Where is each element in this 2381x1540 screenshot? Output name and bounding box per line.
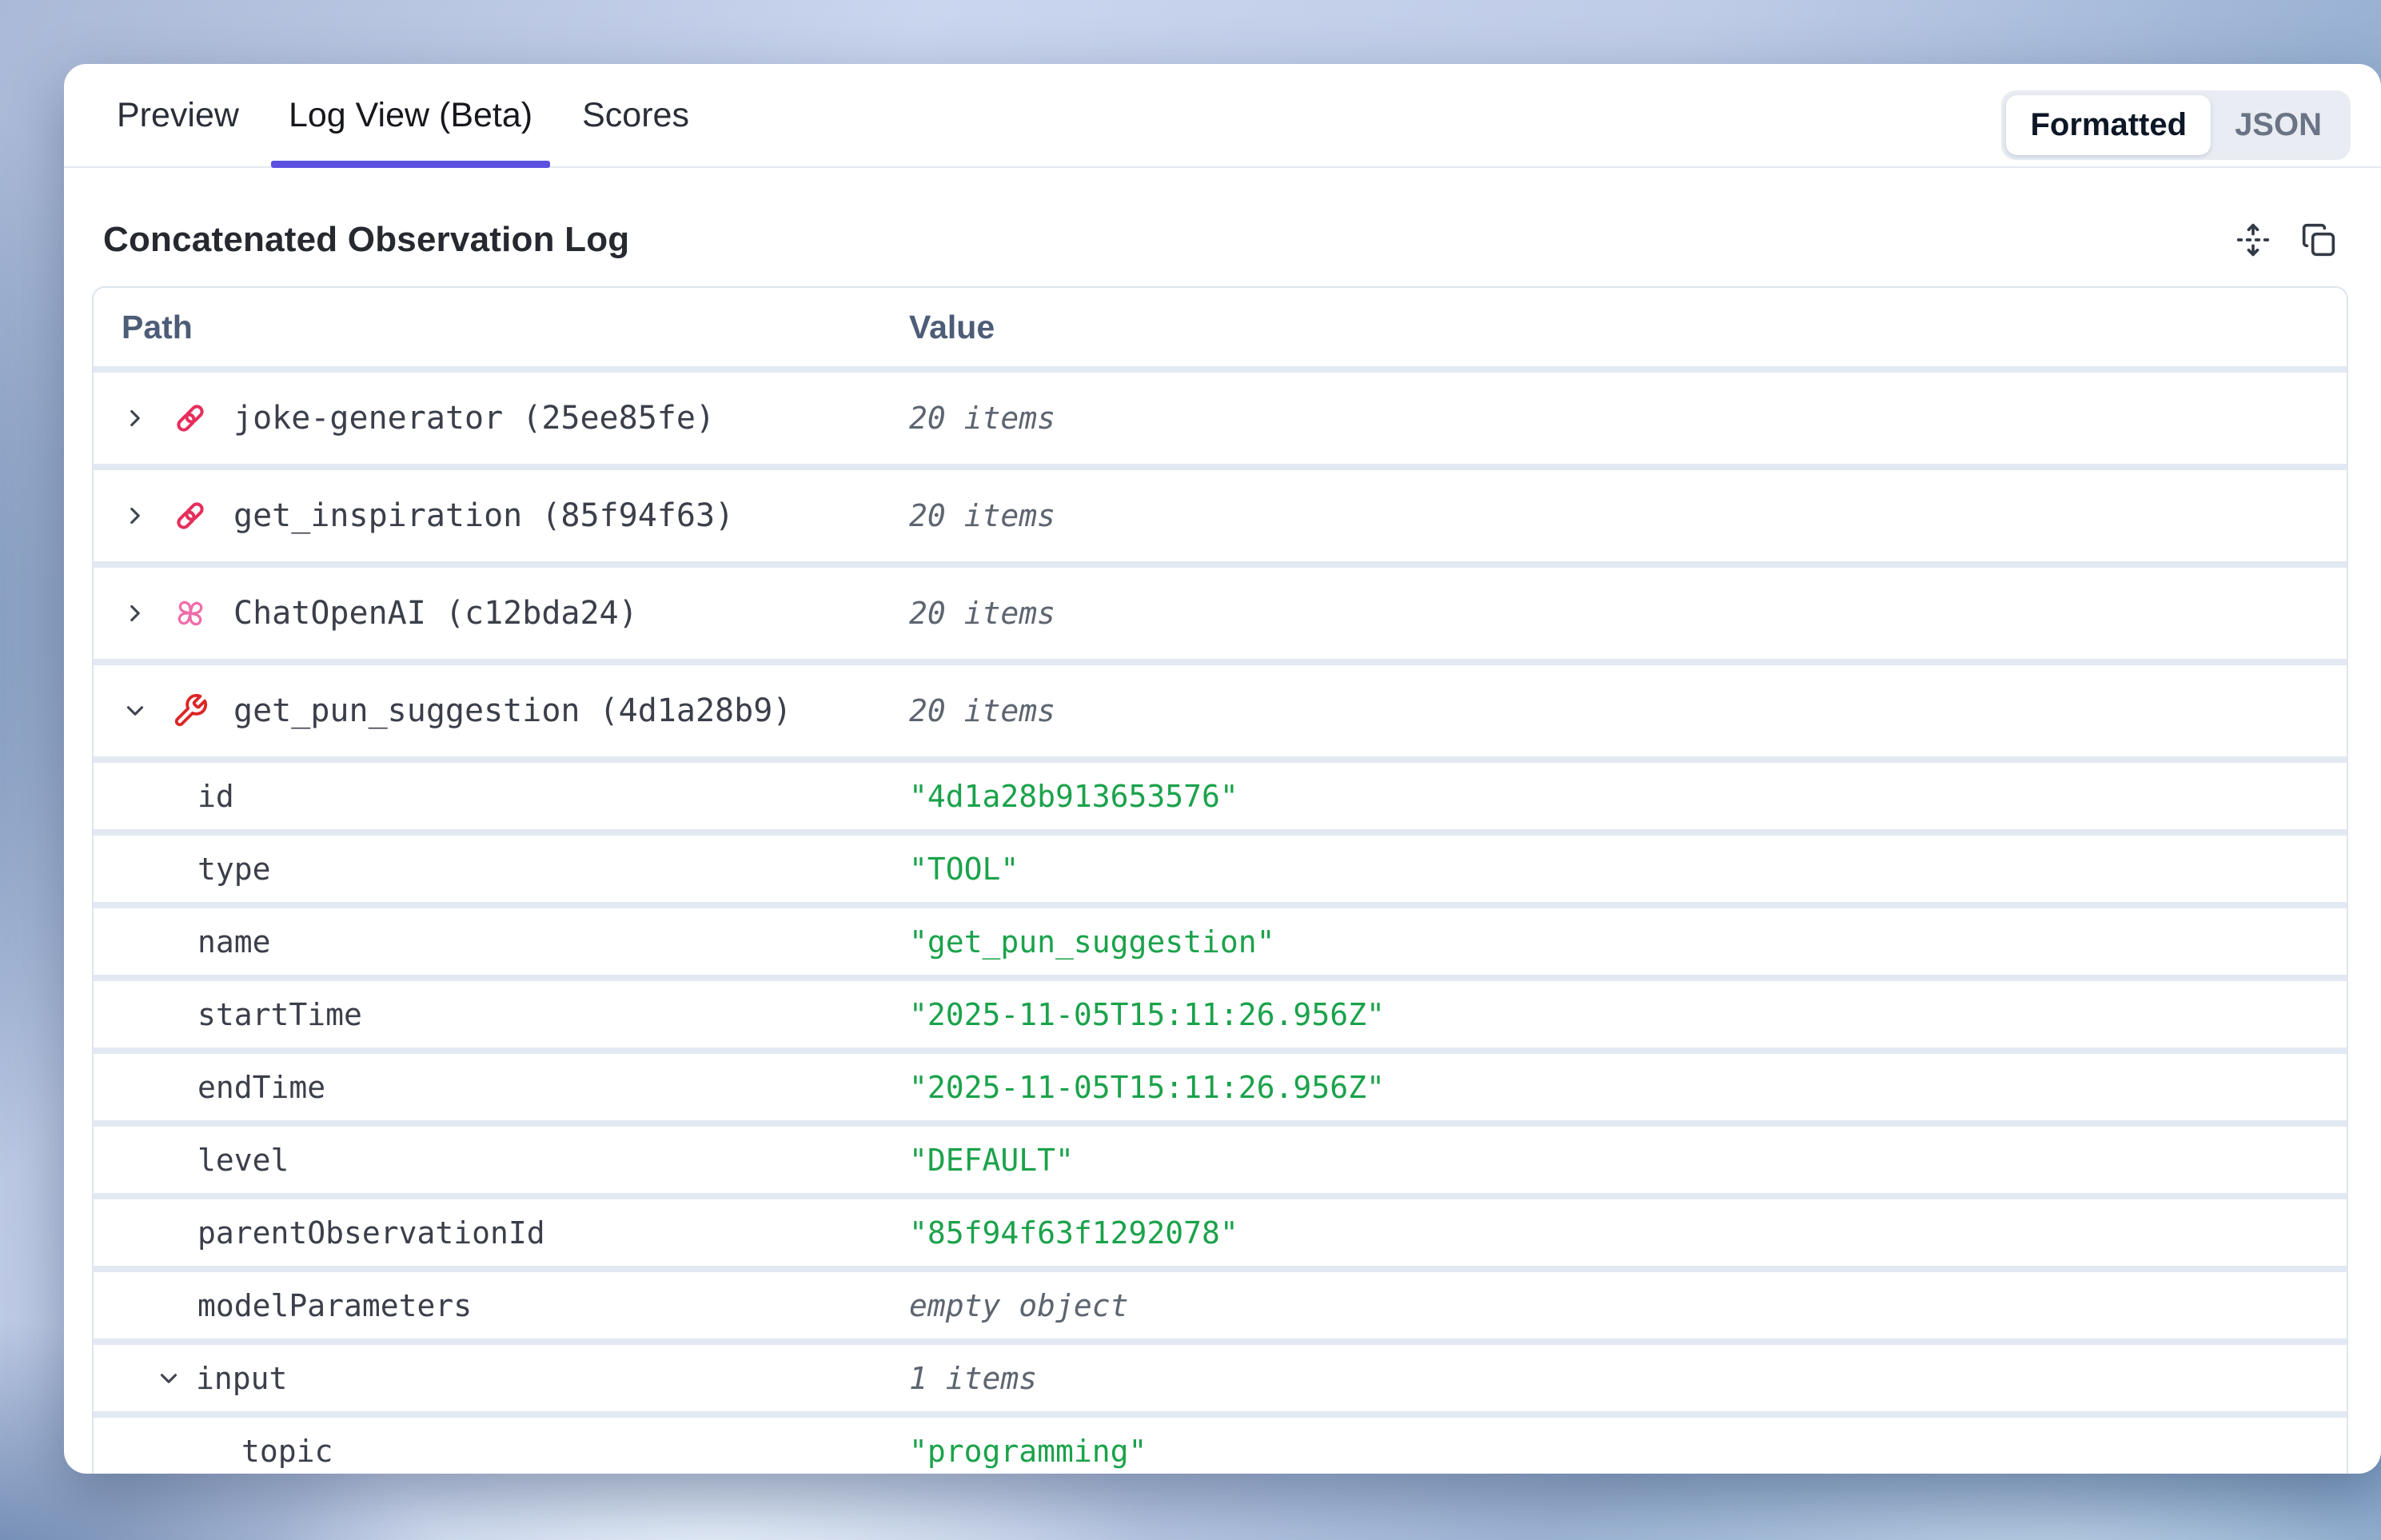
path-label: startTime [197,997,362,1032]
value-cell: "TOOL" [909,852,1019,887]
section-header: Concatenated Observation Log [64,217,2381,262]
log-row[interactable]: type "TOOL" [94,836,2347,902]
value-cell: 20 items [909,498,1055,533]
value-cell: "4d1a28b913653576" [909,779,1238,814]
log-row[interactable]: level "DEFAULT" [94,1127,2347,1193]
log-row[interactable]: parentObservationId "85f94f63f1292078" [94,1199,2347,1266]
path-label: joke-generator (25ee85fe) [233,400,715,437]
chevron-down-icon[interactable] [122,697,149,724]
log-row[interactable]: modelParameters empty object [94,1272,2347,1339]
log-row[interactable]: topic "programming" [94,1418,2347,1474]
toggle-option-formatted[interactable]: Formatted [2006,95,2211,155]
tab-preview[interactable]: Preview [117,64,239,166]
log-row[interactable]: get_pun_suggestion (4d1a28b9) 20 items [94,665,2347,756]
log-row[interactable]: input 1 items [94,1345,2347,1411]
toggle-option-json[interactable]: JSON [2211,95,2346,155]
table-header: Path Value [94,288,2347,366]
path-label: type [197,852,271,887]
path-label: level [197,1143,289,1178]
value-cell: empty object [909,1288,1129,1323]
path-label: get_inspiration (85f94f63) [233,497,734,534]
value-cell: "2025-11-05T15:11:26.956Z" [909,997,1385,1032]
log-row[interactable]: joke-generator (25ee85fe) 20 items [94,373,2347,464]
log-row[interactable]: endTime "2025-11-05T15:11:26.956Z" [94,1054,2347,1120]
copy-icon[interactable] [2300,221,2337,258]
tab-log-view[interactable]: Log View (Beta) [289,64,532,166]
log-row[interactable]: startTime "2025-11-05T15:11:26.956Z" [94,981,2347,1047]
path-label: input [196,1361,287,1396]
value-cell: 20 items [909,693,1055,728]
format-toggle: Formatted JSON [2001,90,2351,160]
tab-scores[interactable]: Scores [582,64,689,166]
chevron-right-icon[interactable] [122,502,149,529]
path-label: modelParameters [197,1288,472,1323]
value-cell: "programming" [909,1434,1147,1469]
page-title: Concatenated Observation Log [103,220,629,260]
value-cell: "DEFAULT" [909,1143,1074,1178]
link-icon [172,497,209,534]
path-label: parentObservationId [197,1215,545,1251]
desktop-background: { "colors": { "accent": "#5b50e0", "stri… [0,0,2381,1540]
wrench-icon [172,692,209,729]
log-row[interactable]: get_inspiration (85f94f63) 20 items [94,470,2347,561]
table-rows: joke-generator (25ee85fe) 20 items get_i… [94,373,2347,1474]
chevron-right-icon[interactable] [122,405,149,432]
generation-icon [172,595,209,632]
value-cell: 20 items [909,401,1055,436]
tab-bar: Preview Log View (Beta) Scores Formatted… [64,64,2381,168]
unfold-vertical-icon[interactable] [2235,221,2271,258]
value-cell: "85f94f63f1292078" [909,1215,1238,1251]
path-label: name [197,924,271,960]
path-label: id [197,779,234,814]
path-label: ChatOpenAI (c12bda24) [233,595,638,632]
value-cell: 1 items [909,1361,1037,1396]
path-label: topic [241,1434,333,1469]
value-cell: "2025-11-05T15:11:26.956Z" [909,1070,1385,1105]
chevron-right-icon[interactable] [122,600,149,627]
path-label: endTime [197,1070,325,1105]
path-label: get_pun_suggestion (4d1a28b9) [233,692,792,729]
column-header-value: Value [909,309,995,346]
link-icon [172,400,209,437]
log-row[interactable]: ChatOpenAI (c12bda24) 20 items [94,568,2347,659]
log-row[interactable]: id "4d1a28b913653576" [94,763,2347,829]
trace-detail-card: Preview Log View (Beta) Scores Formatted… [64,64,2381,1474]
chevron-down-icon[interactable] [155,1365,182,1392]
value-cell: 20 items [909,596,1055,631]
section-actions [2235,221,2337,258]
value-cell: "get_pun_suggestion" [909,924,1275,960]
observation-log-table: Path Value joke-generator (25ee85fe) 20 … [92,286,2348,1474]
log-row[interactable]: name "get_pun_suggestion" [94,908,2347,975]
column-header-path: Path [122,309,193,346]
